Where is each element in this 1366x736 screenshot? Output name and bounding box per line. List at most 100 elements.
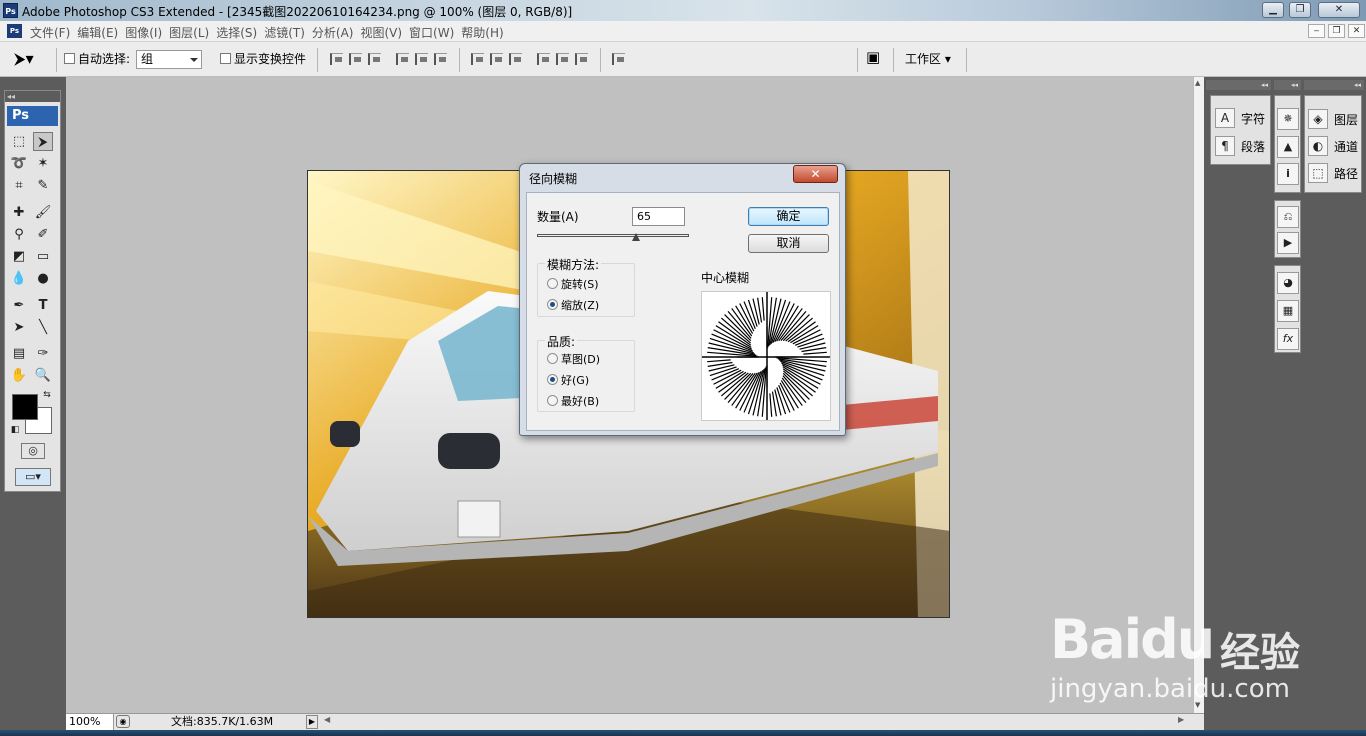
scroll-right-icon[interactable]: ▶ — [1178, 715, 1184, 724]
amount-slider-handle[interactable] — [631, 233, 640, 241]
auto-select-option[interactable]: 自动选择: — [64, 50, 130, 67]
radio-button[interactable] — [547, 278, 558, 289]
panel-grip[interactable]: ◂◂ — [1304, 80, 1364, 90]
align-top-icon[interactable] — [330, 53, 343, 65]
auto-select-dropdown[interactable]: 组 — [136, 50, 202, 69]
status-options-icon[interactable]: ◉ — [116, 715, 130, 728]
move-tool-icon[interactable]: ⮞ — [33, 132, 53, 151]
gradient-tool-icon[interactable]: ▭ — [33, 247, 53, 266]
actions-icon[interactable]: ▶ — [1277, 232, 1299, 254]
quick-mask-icon[interactable]: ◎ — [21, 443, 45, 459]
brush-tool-icon[interactable]: 🖌 — [33, 203, 53, 222]
histogram-icon[interactable]: ▲ — [1277, 136, 1299, 158]
zoom-level[interactable]: 100% — [66, 714, 114, 730]
menu-item[interactable]: 视图(V) — [360, 24, 409, 41]
zoom-tool-icon[interactable]: 🔍 — [33, 366, 53, 385]
dialog-close-button[interactable]: ✕ — [793, 165, 838, 183]
doc-restore-button[interactable]: ❐ — [1328, 24, 1345, 38]
swatches-icon[interactable]: ▦ — [1277, 300, 1299, 322]
type-tool-icon[interactable]: T — [33, 296, 53, 315]
eyedropper-tool-icon[interactable]: ✑ — [33, 344, 53, 363]
quality-draft-radio[interactable]: 草图(D) — [547, 351, 600, 367]
auto-align-layers-icon[interactable] — [612, 53, 625, 65]
restore-button[interactable]: ❐ — [1289, 2, 1311, 18]
crop-tool-icon[interactable]: ⌗ — [9, 176, 29, 195]
menu-item[interactable]: 分析(A) — [312, 24, 361, 41]
channels-panel-button[interactable]: ◐ 通道 — [1308, 136, 1358, 156]
align-left-icon[interactable] — [396, 53, 409, 65]
close-window-button[interactable]: ✕ — [1318, 2, 1360, 18]
blur-center-preview[interactable] — [701, 291, 831, 421]
align-vcenter-icon[interactable] — [349, 53, 362, 65]
method-spin-radio[interactable]: 旋转(S) — [547, 276, 599, 292]
color-palette-icon[interactable]: ◕ — [1277, 272, 1299, 294]
distribute-right-icon[interactable] — [575, 53, 588, 65]
ok-button[interactable]: 确定 — [748, 207, 829, 226]
workspace-menu[interactable]: 工作区 ▾ — [905, 50, 951, 67]
method-zoom-radio[interactable]: 缩放(Z) — [547, 297, 599, 313]
scroll-up-icon[interactable]: ▲ — [1195, 79, 1200, 87]
path-selection-tool-icon[interactable]: ➤ — [9, 318, 29, 337]
clone-stamp-tool-icon[interactable]: ⚲ — [9, 225, 29, 244]
menu-item[interactable]: 编辑(E) — [77, 24, 125, 41]
menu-item[interactable]: 滤镜(T) — [264, 24, 312, 41]
distribute-top-icon[interactable] — [471, 53, 484, 65]
marquee-tool-icon[interactable]: ⬚ — [9, 132, 29, 151]
scroll-left-icon[interactable]: ◀ — [324, 715, 330, 724]
radio-button[interactable] — [547, 299, 558, 310]
swap-colors-icon[interactable]: ⇆ — [41, 389, 53, 401]
distribute-hcenter-icon[interactable] — [556, 53, 569, 65]
line-tool-icon[interactable]: ╲ — [33, 318, 53, 337]
file-browser-icon[interactable]: ▣ — [866, 48, 880, 66]
screen-mode-icon[interactable]: ▭▾ — [15, 468, 51, 486]
distribute-bottom-icon[interactable] — [509, 53, 522, 65]
panel-grip[interactable]: ◂◂ — [1206, 80, 1271, 90]
history-icon[interactable]: ⎌ — [1277, 206, 1299, 228]
navigator-icon[interactable]: ✵ — [1277, 108, 1299, 130]
eraser-tool-icon[interactable]: ◩ — [9, 247, 29, 266]
character-panel-button[interactable]: A 字符 — [1215, 108, 1265, 128]
amount-input[interactable]: 65 — [632, 207, 685, 226]
menu-item[interactable]: 图层(L) — [169, 24, 216, 41]
healing-brush-tool-icon[interactable]: ✚ — [9, 203, 29, 222]
hand-tool-icon[interactable]: ✋ — [9, 366, 29, 385]
doc-minimize-button[interactable]: ‒ — [1308, 24, 1325, 38]
blur-tool-icon[interactable]: 💧 — [9, 269, 29, 288]
doc-close-button[interactable]: ✕ — [1348, 24, 1365, 38]
styles-fx-icon[interactable]: fx — [1277, 328, 1299, 350]
dodge-tool-icon[interactable]: ● — [33, 269, 53, 288]
layers-panel-button[interactable]: ◈ 图层 — [1308, 109, 1358, 129]
amount-slider-track[interactable] — [537, 234, 689, 237]
default-colors-icon[interactable]: ◧ — [9, 424, 21, 436]
menu-item[interactable]: 帮助(H) — [461, 24, 510, 41]
distribute-left-icon[interactable] — [537, 53, 550, 65]
menu-item[interactable]: 文件(F) — [30, 24, 77, 41]
menu-item[interactable]: 选择(S) — [216, 24, 264, 41]
history-brush-tool-icon[interactable]: ✐ — [33, 225, 53, 244]
toolbox-grip[interactable]: ◂◂ — [5, 91, 60, 102]
menu-item[interactable]: 窗口(W) — [409, 24, 461, 41]
minimize-button[interactable]: ▁ — [1262, 2, 1284, 18]
radio-button[interactable] — [547, 395, 558, 406]
distribute-vcenter-icon[interactable] — [490, 53, 503, 65]
radio-button[interactable] — [547, 374, 558, 385]
foreground-color-swatch[interactable] — [12, 394, 38, 420]
pen-tool-icon[interactable]: ✒ — [9, 296, 29, 315]
status-menu-arrow-icon[interactable]: ▶ — [306, 715, 318, 729]
cancel-button[interactable]: 取消 — [748, 234, 829, 253]
quality-best-radio[interactable]: 最好(B) — [547, 393, 599, 409]
info-icon[interactable]: i — [1277, 163, 1299, 185]
auto-select-checkbox[interactable] — [64, 53, 75, 64]
align-right-icon[interactable] — [434, 53, 447, 65]
align-hcenter-icon[interactable] — [415, 53, 428, 65]
notes-tool-icon[interactable]: ▤ — [9, 344, 29, 363]
magic-wand-tool-icon[interactable]: ✶ — [33, 154, 53, 173]
show-transform-option[interactable]: 显示变换控件 — [220, 50, 306, 67]
quality-good-radio[interactable]: 好(G) — [547, 372, 589, 388]
menu-item[interactable]: 图像(I) — [125, 24, 169, 41]
slice-tool-icon[interactable]: ✎ — [33, 176, 53, 195]
align-bottom-icon[interactable] — [368, 53, 381, 65]
lasso-tool-icon[interactable]: ➰ — [9, 154, 29, 173]
move-tool-icon[interactable]: ⮞▾ — [14, 49, 34, 69]
panel-grip[interactable]: ◂◂ — [1274, 80, 1301, 90]
